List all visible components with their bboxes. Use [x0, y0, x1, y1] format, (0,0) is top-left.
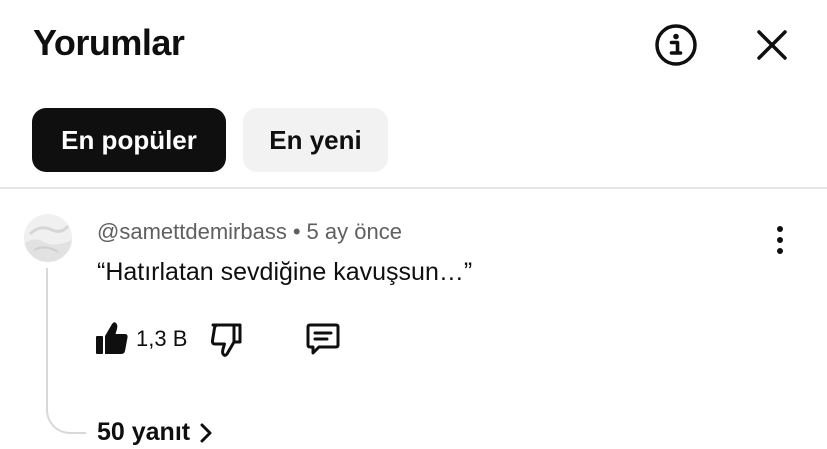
- thumbs-down-icon: [210, 323, 242, 357]
- replies-button[interactable]: 50 yanıt: [97, 418, 214, 447]
- comment-reply-icon: [306, 323, 340, 355]
- page-title: Yorumlar: [33, 22, 185, 63]
- comment-text: “Hatırlatan sevdiğine kavuşsun…”: [97, 258, 473, 286]
- chevron-right-icon: [200, 423, 212, 442]
- info-button[interactable]: [652, 21, 700, 69]
- avatar-image: [24, 214, 72, 262]
- chip-top-comments[interactable]: En popüler: [32, 108, 226, 172]
- dislike-button[interactable]: [208, 320, 244, 358]
- reply-button[interactable]: [304, 320, 342, 358]
- comment-time: 5 ay önce: [306, 219, 402, 244]
- close-icon: [757, 30, 787, 60]
- comments-header: Yorumlar: [0, 0, 827, 92]
- thumbs-up-icon: [96, 322, 128, 354]
- like-button[interactable]: [94, 320, 130, 358]
- avatar[interactable]: [24, 214, 72, 262]
- close-button[interactable]: [748, 21, 796, 69]
- more-options-button[interactable]: [766, 224, 794, 256]
- like-count: 1,3 B: [136, 326, 188, 351]
- comment-author[interactable]: @samettdemirbass: [97, 219, 287, 244]
- divider: [0, 187, 827, 189]
- info-circle-icon: [655, 24, 697, 66]
- meta-separator: •: [292, 219, 301, 244]
- chip-newest[interactable]: En yeni: [243, 108, 388, 172]
- more-vertical-icon: [777, 226, 783, 254]
- sort-chips: En popüler En yeni: [32, 108, 388, 172]
- replies-count: 50 yanıt: [97, 418, 191, 446]
- comment-meta: @samettdemirbass • 5 ay önce: [97, 219, 402, 245]
- thread-line: [46, 268, 86, 434]
